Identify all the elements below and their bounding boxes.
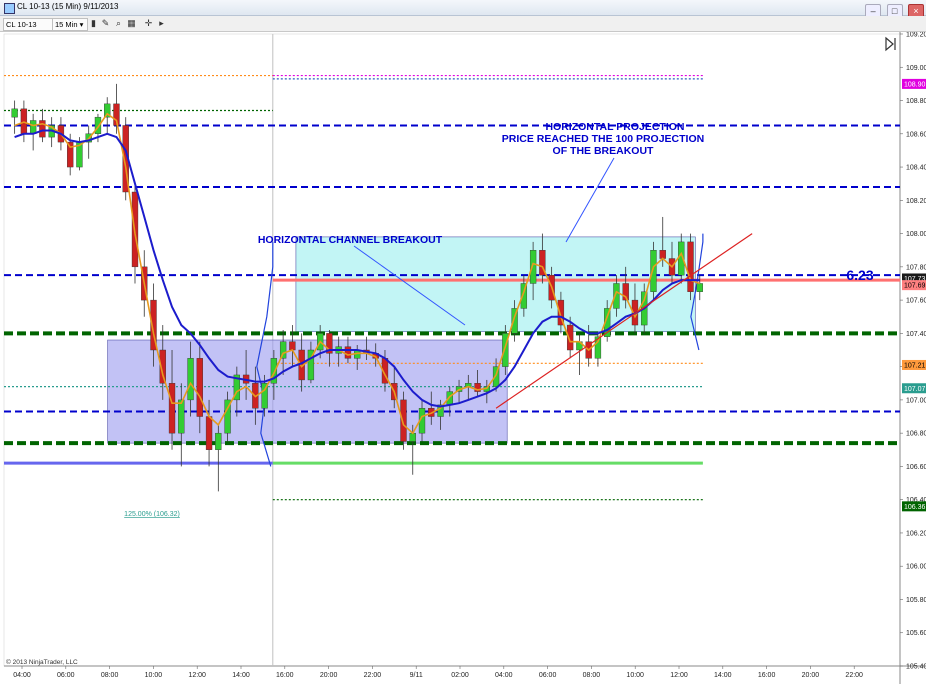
y-tick-label: 107.40 [906, 331, 926, 338]
x-tick-label: 10:00 [626, 672, 644, 679]
candle-body [168, 383, 176, 434]
price-tag-label: 107.21 [904, 362, 926, 369]
candle-body [344, 346, 352, 359]
chevron-down-icon: ▾ [79, 20, 84, 29]
y-tick-label: 108.80 [906, 98, 926, 105]
y-tick-label: 108.60 [906, 131, 926, 138]
y-tick-label: 108.40 [906, 165, 926, 172]
pencil-icon[interactable]: ✎ [100, 18, 111, 29]
candle-body [650, 250, 657, 292]
candle-body [187, 358, 194, 401]
candle-body [659, 250, 666, 259]
bars-icon[interactable]: ▮ [88, 18, 99, 29]
fib-label: 125.00% (106.32) [124, 511, 180, 518]
instrument-selector[interactable]: CL 10-13 [3, 18, 53, 31]
crosshair-icon[interactable]: ✛ [143, 18, 154, 29]
x-tick-label: 08:00 [101, 672, 119, 679]
x-tick-label: 08:00 [583, 672, 601, 679]
window-controls: – □ × [864, 1, 924, 18]
candle-body [178, 399, 185, 434]
y-tick-label: 107.80 [906, 264, 926, 271]
y-tick-label: 108.20 [906, 198, 926, 205]
instrument-label: CL 10-13 [6, 20, 37, 29]
x-tick-label: 22:00 [845, 672, 863, 679]
candle-body [696, 283, 703, 292]
candle-body [279, 341, 287, 359]
price-tag-label: 107.07 [904, 386, 926, 393]
x-tick-label: 16:00 [276, 672, 294, 679]
y-tick-label: 107.00 [906, 397, 926, 404]
x-tick-label: 20:00 [320, 672, 338, 679]
price-tag-label: 107.69 [904, 283, 926, 290]
y-tick-label: 109.20 [906, 32, 926, 39]
x-tick-label: 20:00 [802, 672, 820, 679]
annotation-text: HORIZONTAL CHANNEL BREAKOUT [258, 234, 443, 246]
x-tick-label: 9/11 [410, 672, 423, 679]
y-tick-label: 106.60 [906, 464, 926, 471]
zoom-icon[interactable]: ⌕ [113, 18, 124, 29]
candle-body [196, 358, 203, 417]
x-tick-label: 06:00 [57, 672, 75, 679]
x-tick-label: 16:00 [758, 672, 776, 679]
window-title: CL 10-13 (15 Min) 9/11/2013 [17, 2, 119, 11]
x-tick-label: 12:00 [188, 672, 206, 679]
x-tick-label: 04:00 [13, 672, 31, 679]
copyright-text: © 2013 NinjaTrader, LLC [6, 659, 78, 666]
x-tick-label: 04:00 [495, 672, 513, 679]
candle-body [215, 432, 222, 450]
x-tick-label: 14:00 [232, 672, 250, 679]
y-tick-label: 106.20 [906, 530, 926, 537]
x-tick-label: 02:00 [451, 672, 469, 679]
x-tick-label: 22:00 [364, 672, 382, 679]
candle-body [11, 108, 18, 118]
y-tick-label: 107.60 [906, 298, 926, 305]
price-tag-label: 106.36 [904, 504, 926, 511]
x-tick-label: 14:00 [714, 672, 732, 679]
x-tick-label: 12:00 [670, 672, 688, 679]
candle-body [409, 432, 416, 442]
y-tick-label: 106.80 [906, 431, 926, 438]
price-chart[interactable]: HORIZONTAL PROJECTIONPRICE REACHED THE 1… [0, 32, 926, 684]
x-tick-label: 10:00 [145, 672, 163, 679]
interval-selector[interactable]: 15 Min ▾ [52, 18, 88, 31]
chart-toolbar: CL 10-13 15 Min ▾ ▮ ✎ ⌕ ▦ ✛ ▸ [0, 16, 926, 32]
x-tick-label: 06:00 [539, 672, 557, 679]
annotation-text: PRICE REACHED THE 100 PROJECTION [502, 133, 704, 145]
candle-body [29, 120, 37, 134]
price-tag-label: 108.90 [904, 81, 926, 88]
toggle-icon[interactable]: ▸ [156, 18, 167, 29]
candle-body [205, 416, 213, 450]
projection-label: 6.23 [846, 267, 873, 283]
candle-body [400, 399, 407, 442]
app-icon [4, 3, 15, 14]
candle-body [289, 341, 296, 351]
window-titlebar: CL 10-13 (15 Min) 9/11/2013 – □ × [0, 0, 926, 18]
interval-label: 15 Min [55, 20, 78, 29]
y-tick-label: 108.00 [906, 231, 926, 238]
y-tick-label: 105.40 [906, 664, 926, 671]
candle-body [39, 120, 46, 138]
candle-body [529, 250, 537, 284]
y-tick-label: 109.00 [906, 65, 926, 72]
annotation-text: OF THE BREAKOUT [553, 145, 655, 157]
properties-icon[interactable]: ▦ [126, 18, 137, 29]
y-tick-label: 106.00 [906, 564, 926, 571]
y-tick-label: 105.60 [906, 630, 926, 637]
annotation-text: HORIZONTAL PROJECTION [545, 121, 684, 133]
y-tick-label: 105.80 [906, 597, 926, 604]
candle-body [687, 241, 694, 292]
